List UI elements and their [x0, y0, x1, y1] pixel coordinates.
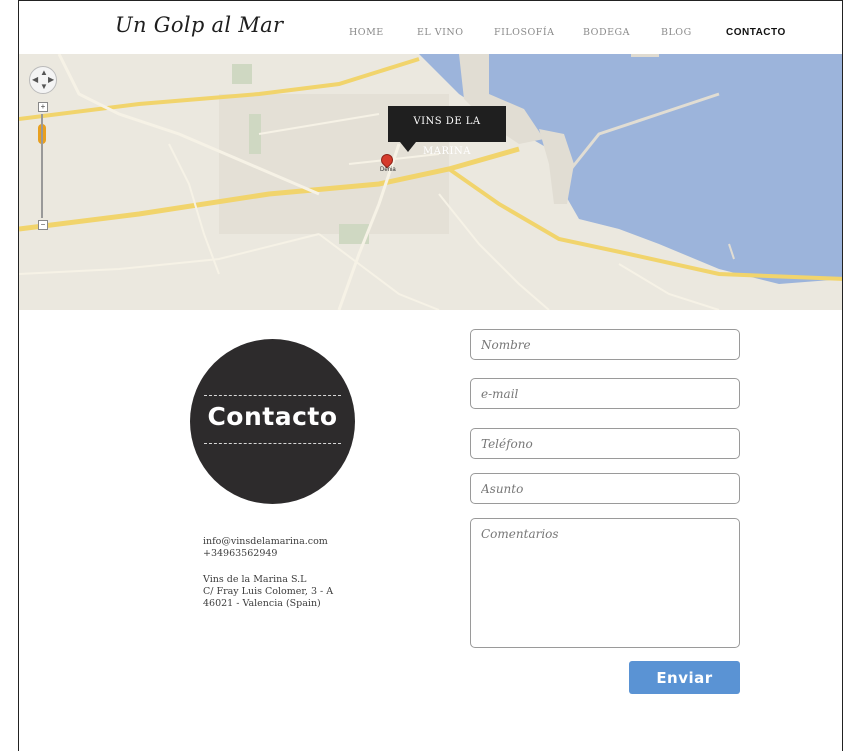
phone-field[interactable] [470, 428, 740, 459]
subject-field[interactable] [470, 473, 740, 504]
nav-item-filosofia[interactable]: FILOSOFÍA [494, 27, 554, 38]
company-city: 46021 - Valencia (Spain) [203, 598, 321, 609]
comments-field[interactable] [470, 518, 740, 648]
nav-item-bodega[interactable]: BODEGA [583, 27, 630, 38]
company-street: C/ Fray Luis Colomer, 3 - A [203, 586, 334, 597]
page: Un Golp al Mar HOME EL VINO FILOSOFÍA BO… [18, 0, 843, 751]
badge-dash-top [204, 395, 341, 396]
company-name: Vins de la Marina S.L [203, 574, 307, 585]
zoom-out-icon[interactable]: − [38, 220, 48, 230]
contact-badge: Contacto [190, 339, 355, 504]
map-zoom-slider[interactable]: + − [38, 102, 48, 232]
name-field[interactable] [470, 329, 740, 360]
nav-item-home[interactable]: HOME [349, 27, 384, 38]
contact-email[interactable]: info@vinsdelamarina.com [203, 536, 328, 548]
contact-title: Contacto [207, 402, 338, 431]
location-map[interactable]: ▲ ◀ ▶ ▼ + − VINS DE LA MARINA Dénia [19, 54, 842, 310]
contact-phone: +34963562949 [203, 548, 278, 559]
nav-item-contacto[interactable]: CONTACTO [726, 27, 786, 38]
nav-item-blog[interactable]: BLOG [661, 27, 692, 38]
map-pan-control[interactable]: ▲ ◀ ▶ ▼ [29, 66, 57, 94]
main-nav: HOME EL VINO FILOSOFÍA BODEGA BLOG CONTA… [19, 27, 842, 41]
send-button[interactable]: Enviar [629, 661, 740, 694]
badge-dash-bottom [204, 443, 341, 444]
email-field[interactable] [470, 378, 740, 409]
map-tiles [19, 54, 842, 310]
zoom-in-icon[interactable]: + [38, 102, 48, 112]
nav-item-el-vino[interactable]: EL VINO [417, 27, 463, 38]
zoom-track[interactable] [41, 114, 43, 218]
map-controls: ▲ ◀ ▶ ▼ + − [29, 66, 57, 230]
map-pin-label: Dénia [380, 167, 396, 173]
map-marker-label: VINS DE LA MARINA [388, 106, 506, 157]
site-header: Un Golp al Mar HOME EL VINO FILOSOFÍA BO… [19, 1, 842, 54]
